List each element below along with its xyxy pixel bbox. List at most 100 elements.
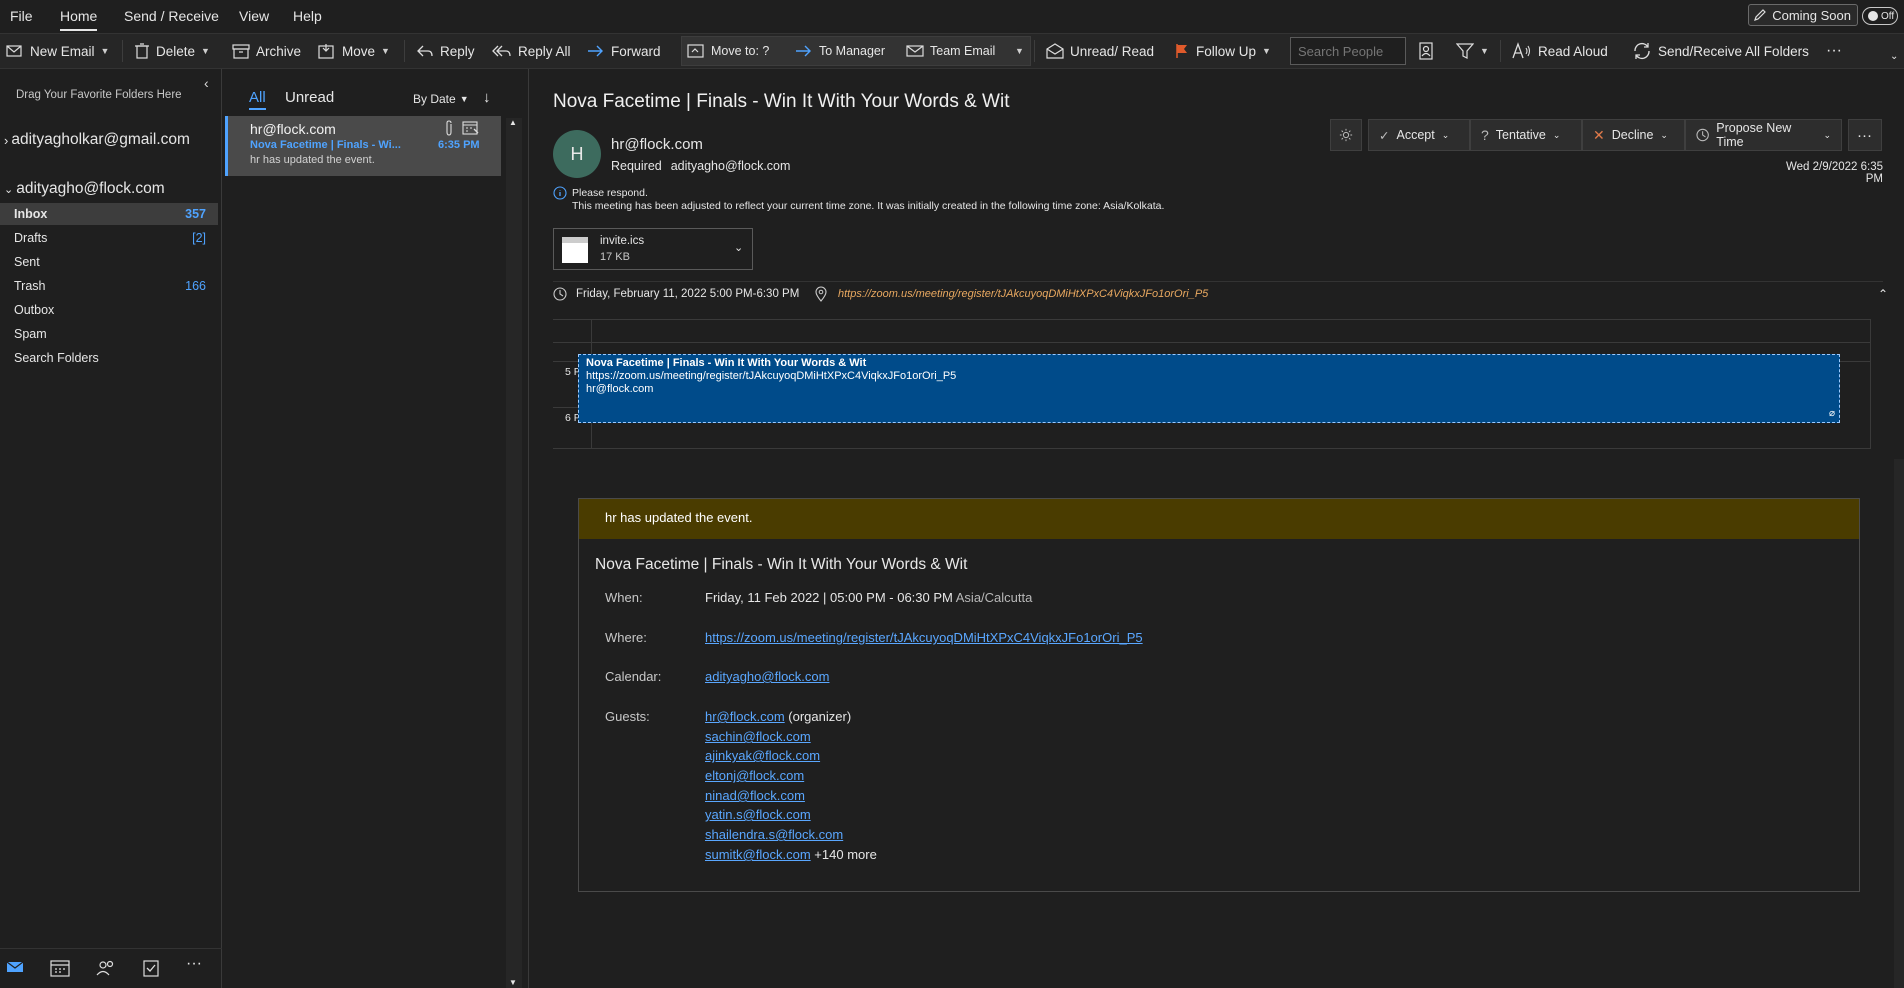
quick-step-to-manager[interactable]: To Manager [795, 34, 885, 68]
chevron-down-icon[interactable]: ▼ [101, 46, 110, 56]
menu-tab-help[interactable]: Help [293, 8, 322, 24]
guest-link[interactable]: shailendra.s@flock.com [705, 827, 843, 842]
guest-link[interactable]: yatin.s@flock.com [705, 807, 811, 822]
address-book-icon [1419, 42, 1433, 60]
unread-read-label: Unread/ Read [1070, 43, 1155, 59]
follow-up-button[interactable]: Follow Up ▼ [1174, 34, 1271, 68]
account-flock[interactable]: ⌄ adityagho@flock.com [0, 180, 165, 198]
account-gmail-label: adityagholkar@gmail.com [11, 131, 190, 148]
sender-address[interactable]: hr@flock.com [611, 136, 703, 153]
guest-link[interactable]: eltonj@flock.com [705, 768, 804, 783]
chevron-down-icon[interactable]: ⌄ [4, 183, 13, 196]
menu-tab-view[interactable]: View [239, 8, 269, 24]
guest-link[interactable]: sachin@flock.com [705, 729, 811, 744]
folder-spam[interactable]: Spam [0, 323, 218, 345]
decline-button[interactable]: ✕ Decline ⌄ [1582, 119, 1685, 151]
meeting-location-link[interactable]: https://zoom.us/meeting/register/tJAkcuy… [838, 288, 1208, 300]
filter-icon [1456, 43, 1474, 59]
calendar-link[interactable]: adityagho@flock.com [705, 669, 829, 684]
guest-link[interactable]: ajinkyak@flock.com [705, 748, 820, 763]
read-aloud-button[interactable]: Read Aloud [1512, 34, 1608, 68]
move-button[interactable]: Move ▼ [318, 34, 390, 68]
nav-more-button[interactable]: ··· [186, 955, 202, 973]
guest-link[interactable]: sumitk@flock.com [705, 847, 811, 862]
ribbon-more-button[interactable]: ··· [1826, 34, 1842, 68]
people-icon[interactable] [96, 959, 116, 980]
folder-search-folders[interactable]: Search Folders [0, 347, 218, 369]
sort-direction-icon[interactable]: ↓ [483, 89, 491, 106]
chevron-down-icon: ▼ [1480, 46, 1489, 56]
message-sender: hr@flock.com [250, 121, 336, 137]
folder-sent[interactable]: Sent [0, 251, 218, 273]
mail-icon[interactable] [6, 959, 24, 978]
collapse-ribbon-icon[interactable]: ⌄ [1890, 46, 1898, 66]
chevron-down-icon[interactable]: ▼ [1262, 46, 1271, 56]
folder-drafts[interactable]: Drafts [2] [0, 227, 218, 249]
filter-email-button[interactable]: ▼ [1456, 34, 1489, 68]
coming-soon-button[interactable]: Coming Soon [1748, 4, 1858, 26]
propose-new-time-button[interactable]: Propose New Time ⌄ [1685, 119, 1842, 151]
calendar-file-icon [562, 237, 588, 263]
attachment-invite-ics[interactable]: invite.ics 17 KB ⌄ [553, 228, 753, 270]
guest-link[interactable]: ninad@flock.com [705, 788, 805, 803]
coming-soon-toggle[interactable]: Off [1862, 7, 1898, 25]
sort-by-date-button[interactable]: By Date ▼ [413, 92, 469, 106]
meeting-settings-button[interactable] [1330, 119, 1362, 151]
new-email-button[interactable]: New Email ▼ [6, 34, 109, 68]
collapse-details-icon[interactable]: ⌃ [1878, 287, 1888, 301]
filter-tab-unread[interactable]: Unread [285, 89, 334, 106]
list-item[interactable]: hr@flock.com Nova Facetime | Finals - Wi… [225, 116, 501, 176]
account-gmail[interactable]: › adityagholkar@gmail.com [0, 131, 190, 149]
forward-label: Forward [611, 43, 661, 59]
more-actions-button[interactable]: ··· [1848, 119, 1882, 151]
search-people-input[interactable] [1290, 37, 1406, 65]
message-list-scrollbar[interactable]: ▲ ▼ [506, 118, 522, 988]
required-attendees: Required adityagho@flock.com [611, 159, 790, 173]
chevron-down-icon[interactable]: ▼ [201, 46, 210, 56]
calendar-event-block[interactable]: Nova Facetime | Finals - Win It With You… [578, 354, 1840, 423]
info-icon [553, 186, 567, 203]
forward-button[interactable]: Forward [587, 34, 661, 68]
tentative-button[interactable]: ? Tentative ⌄ [1470, 119, 1582, 151]
tasks-icon[interactable] [142, 959, 160, 980]
reading-pane-scrollbar[interactable] [1894, 459, 1904, 988]
quick-steps-expand[interactable]: ▼ [1015, 34, 1024, 68]
where-link[interactable]: https://zoom.us/meeting/register/tJAkcuy… [705, 630, 1143, 645]
chevron-down-icon[interactable]: ⌄ [734, 241, 743, 254]
chevron-down-icon: ▼ [1015, 46, 1024, 56]
send-receive-all-button[interactable]: Send/Receive All Folders [1632, 34, 1809, 68]
chevron-right-icon[interactable]: › [4, 133, 8, 148]
avatar[interactable]: H [553, 130, 601, 178]
invite-title: Nova Facetime | Finals - Win It With You… [595, 556, 968, 573]
menu-tab-file[interactable]: File [10, 8, 33, 24]
quick-step-team-email[interactable]: Team Email [906, 34, 995, 68]
archive-button[interactable]: Archive [232, 34, 301, 68]
folder-trash[interactable]: Trash 166 [0, 275, 218, 297]
folder-inbox[interactable]: Inbox 357 [0, 203, 218, 225]
scroll-down-icon[interactable]: ▼ [509, 978, 517, 987]
quick-step-move-to[interactable]: Move to: ? [687, 34, 769, 68]
menu-tab-home[interactable]: Home [60, 8, 98, 31]
reply-all-icon [492, 45, 511, 57]
accept-button[interactable]: ✓ Accept ⌄ [1368, 119, 1470, 151]
unread-read-button[interactable]: Unread/ Read [1046, 34, 1154, 68]
reply-all-button[interactable]: Reply All [492, 34, 571, 68]
close-icon: ✕ [1593, 126, 1605, 143]
delete-button[interactable]: Delete ▼ [134, 34, 210, 68]
filter-tab-all[interactable]: All [249, 89, 266, 110]
required-value[interactable]: adityagho@flock.com [671, 159, 791, 173]
send-receive-all-label: Send/Receive All Folders [1658, 43, 1809, 59]
reply-button[interactable]: Reply [416, 34, 475, 68]
scroll-up-icon[interactable]: ▲ [509, 118, 517, 127]
folder-move-icon [687, 44, 704, 58]
chevron-down-icon[interactable]: ▼ [381, 46, 390, 56]
collapse-pane-icon[interactable]: ‹ [204, 75, 209, 91]
address-book-button[interactable] [1418, 34, 1434, 68]
more-guests[interactable]: +140 more [814, 847, 877, 862]
menu-tab-send-receive[interactable]: Send / Receive [124, 8, 219, 24]
divider [1034, 40, 1035, 62]
calendar-icon[interactable] [50, 959, 70, 980]
guest-link[interactable]: hr@flock.com [705, 709, 785, 724]
folder-outbox[interactable]: Outbox [0, 299, 218, 321]
move-icon [318, 44, 334, 59]
